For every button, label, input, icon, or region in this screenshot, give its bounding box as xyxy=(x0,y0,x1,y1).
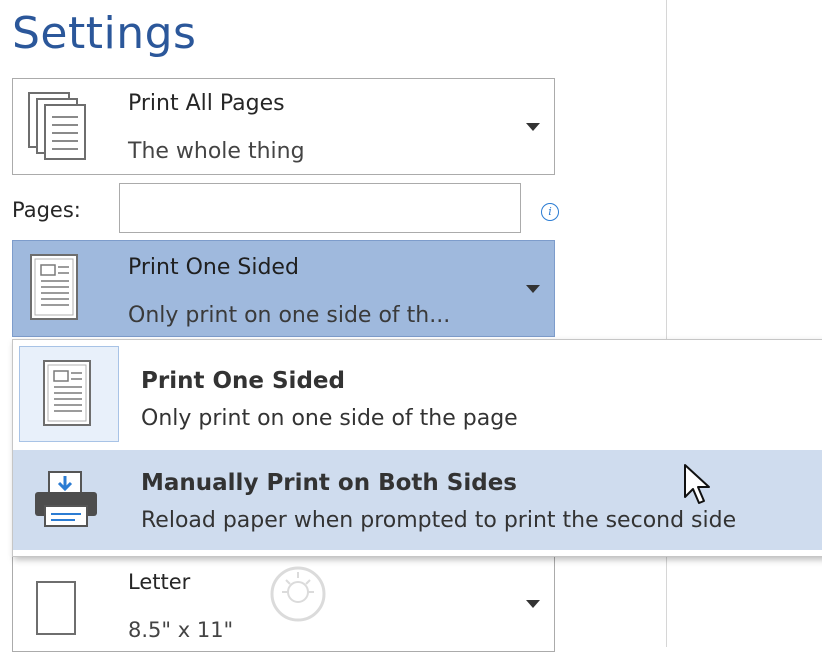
print-range-title: Print All Pages xyxy=(128,91,285,116)
menu-item-title: Print One Sided xyxy=(141,368,345,394)
print-sides-dropdown[interactable]: Print One Sided Only print on one side o… xyxy=(12,240,555,337)
print-sides-title: Print One Sided xyxy=(128,255,299,280)
blank-page-icon xyxy=(35,580,79,643)
one-sided-page-icon xyxy=(29,253,89,330)
menu-item-icon-frame xyxy=(19,346,119,442)
chevron-down-icon xyxy=(526,285,540,293)
chevron-down-icon xyxy=(526,123,540,131)
printer-icon xyxy=(31,468,101,535)
print-sides-subtitle: Only print on one side of th... xyxy=(128,303,451,328)
mouse-pointer-icon xyxy=(683,463,713,512)
menu-item-desc: Only print on one side of the page xyxy=(141,406,518,431)
menu-item-desc: Reload paper when prompted to print the … xyxy=(141,508,737,533)
pages-input[interactable] xyxy=(119,183,521,233)
chevron-down-icon xyxy=(526,600,540,608)
print-sides-menu: Print One Sided Only print on one side o… xyxy=(12,339,822,557)
pages-stack-icon xyxy=(25,89,95,168)
settings-title: Settings xyxy=(12,8,197,59)
one-sided-page-icon xyxy=(42,359,102,436)
info-icon[interactable]: i xyxy=(541,203,559,221)
paper-size-subtitle: 8.5" x 11" xyxy=(128,618,234,642)
pages-label: Pages: xyxy=(12,198,81,222)
menu-item-print-one-sided[interactable]: Print One Sided Only print on one side o… xyxy=(13,346,822,450)
paper-size-dropdown[interactable]: Letter 8.5" x 11" xyxy=(12,555,555,652)
menu-item-title: Manually Print on Both Sides xyxy=(141,470,517,496)
print-range-dropdown[interactable]: Print All Pages The whole thing xyxy=(12,78,555,175)
print-range-subtitle: The whole thing xyxy=(128,139,305,164)
paper-size-title: Letter xyxy=(128,570,191,594)
